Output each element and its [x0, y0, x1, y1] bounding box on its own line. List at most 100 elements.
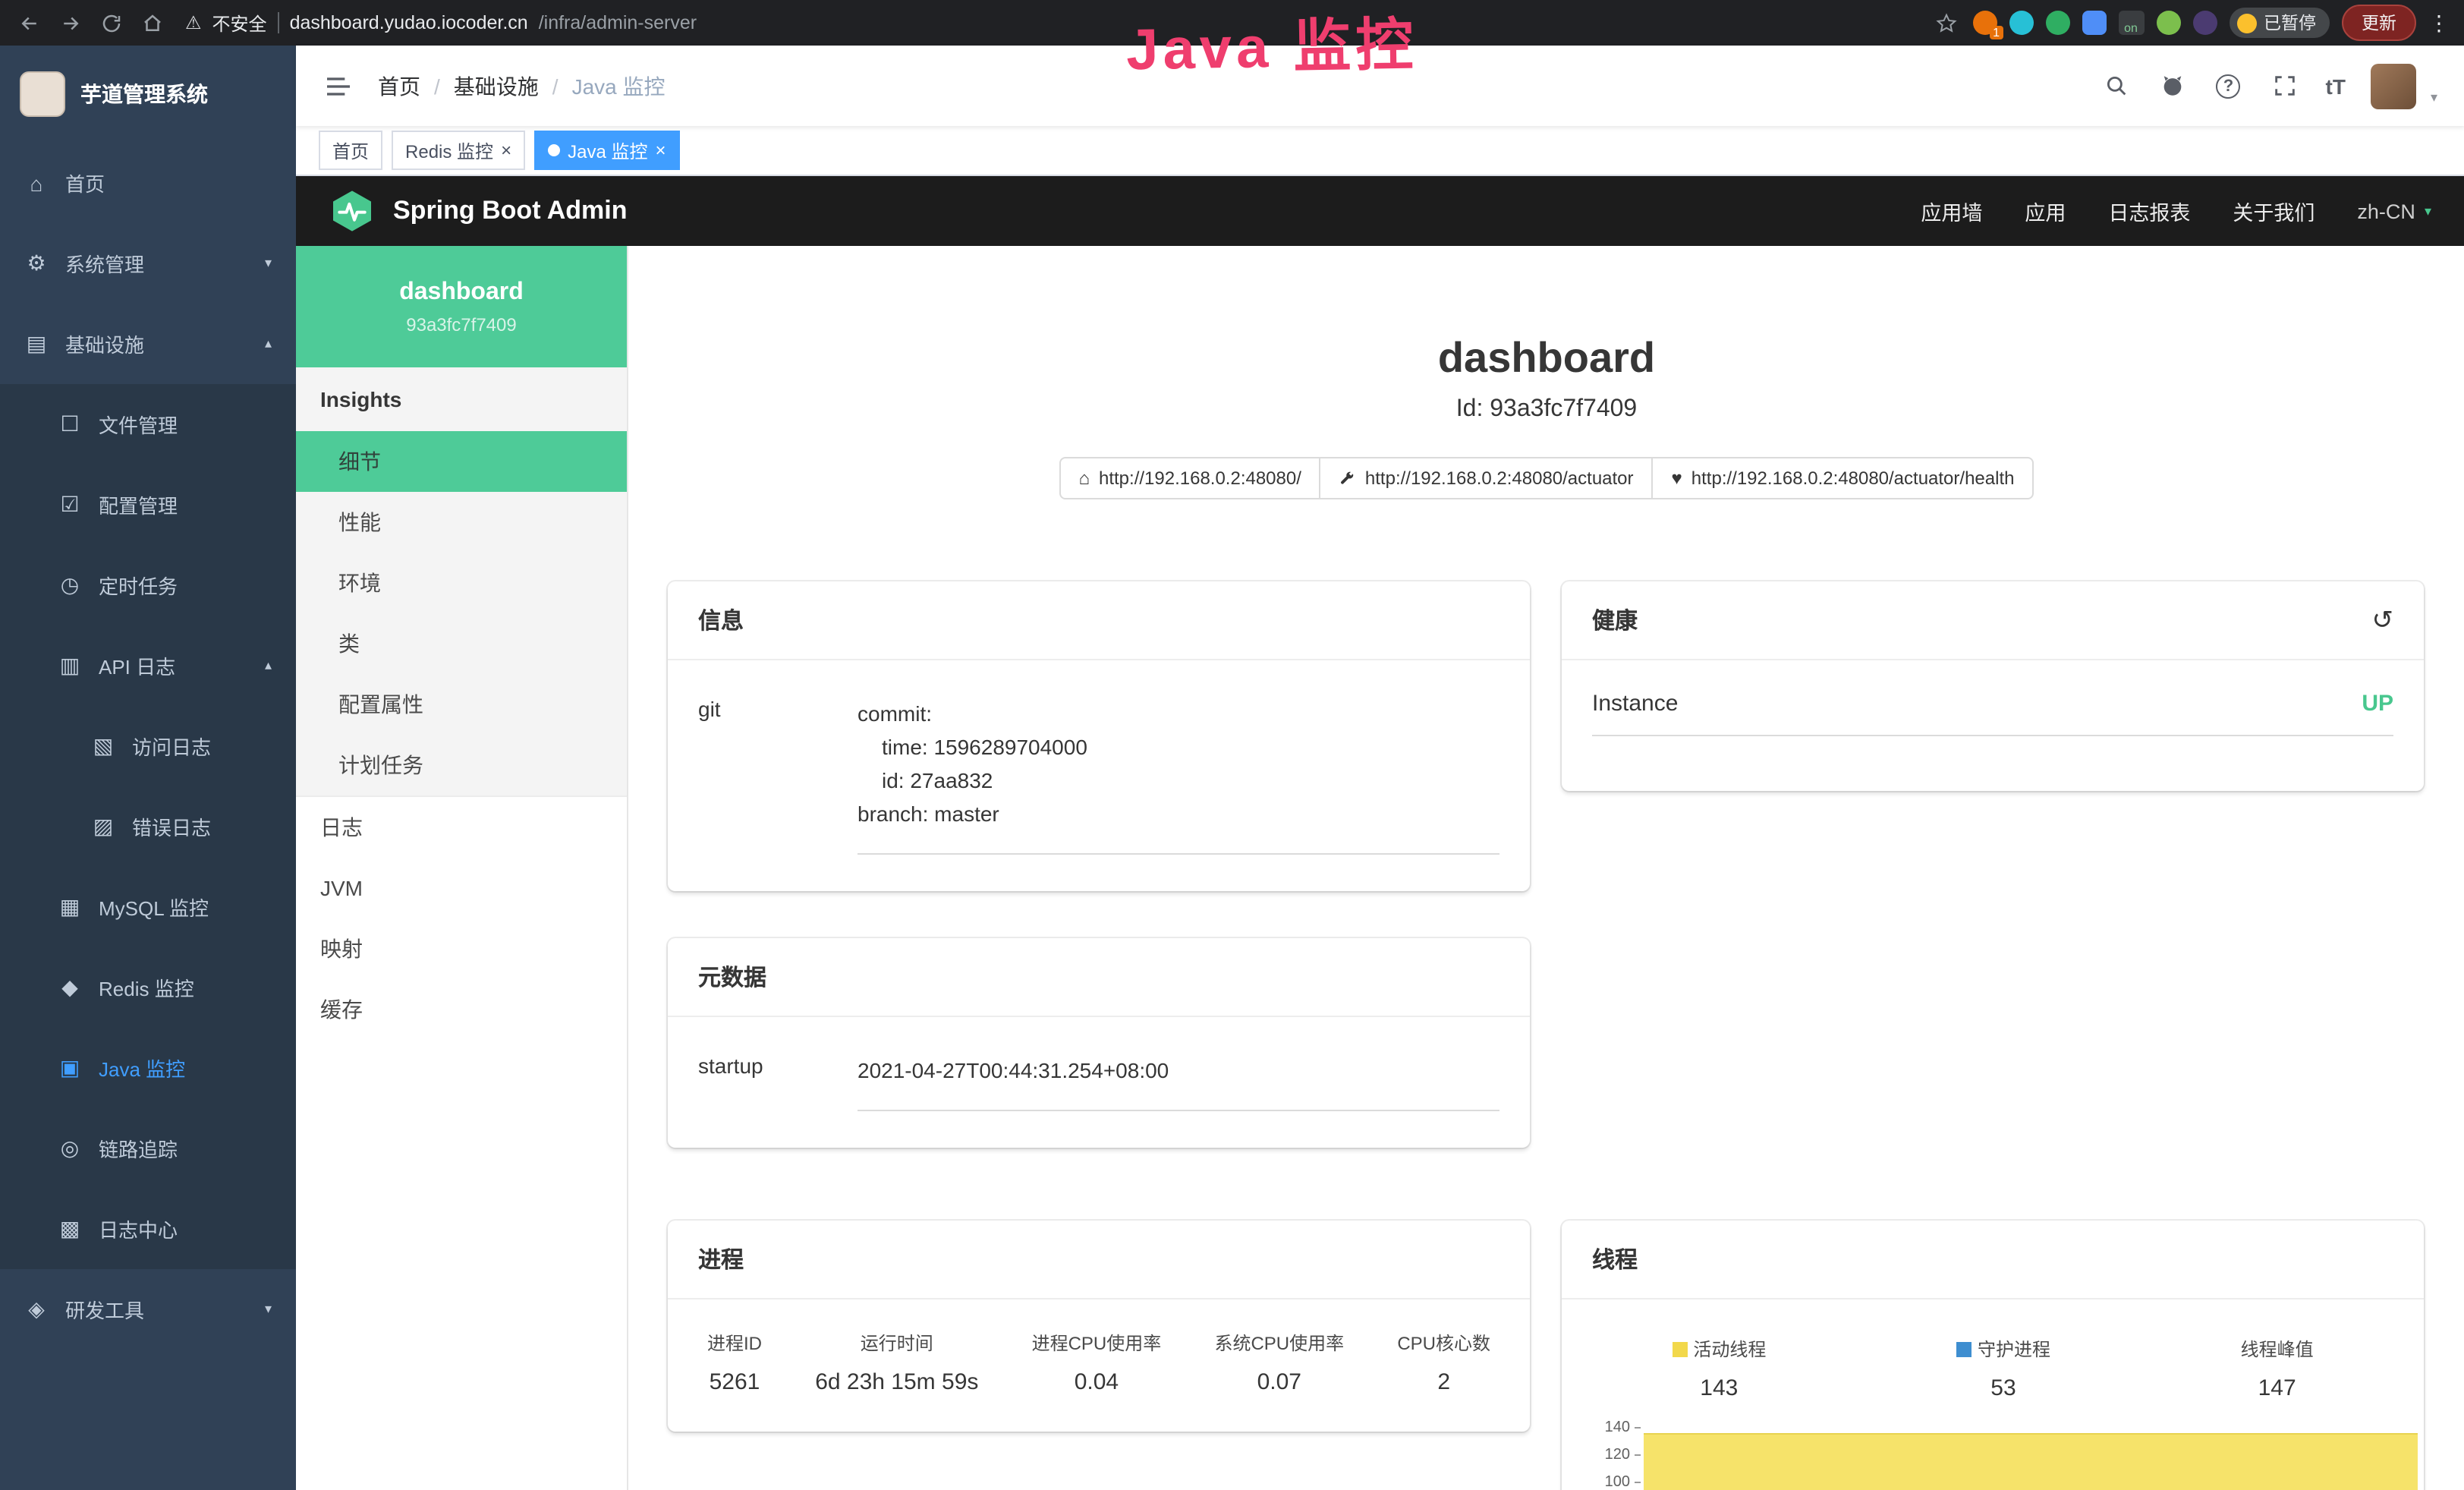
sidebar-item-log-center[interactable]: ▩ 日志中心 — [0, 1189, 296, 1269]
service-url-button[interactable]: ⌂ http://192.168.0.2:48080/ — [1059, 457, 1321, 499]
sidebar-item-home[interactable]: ⌂ 首页 — [0, 143, 296, 223]
cpu-cores: CPU核心数 2 — [1397, 1330, 1490, 1395]
search-icon[interactable] — [2101, 71, 2132, 101]
sba-item-metrics[interactable]: 性能 — [296, 492, 627, 553]
screen: Java 监控 ⚠ 不安全 dashboard.yudao.iocoder.cn… — [0, 0, 2464, 1490]
instance-id: Id: 93a3fc7f7409 — [628, 396, 2464, 424]
reload-icon[interactable] — [97, 9, 124, 36]
tab-label: Java 监控 — [568, 137, 647, 163]
extension-icon-on-badge[interactable]: on — [2118, 11, 2144, 35]
sba-nav: 应用墙 应用 日志报表 关于我们 zh-CN ▾ — [1921, 196, 2431, 226]
sidebar-item-api-log[interactable]: ▥ API 日志 ▴ — [0, 625, 296, 706]
threads-legend: 活动线程 143 守护进程 53 — [1562, 1299, 2424, 1401]
back-icon[interactable] — [15, 9, 42, 36]
forward-icon[interactable] — [56, 9, 83, 36]
security-label: 不安全 — [212, 10, 267, 36]
extension-icon-fox[interactable]: 1 — [1972, 11, 1997, 35]
app-logo-icon — [20, 71, 65, 117]
sidebar-item-files[interactable]: ☐ 文件管理 — [0, 384, 296, 465]
sidebar-item-label: 首页 — [65, 169, 105, 197]
sba-nav-applications[interactable]: 应用 — [2025, 196, 2066, 226]
file-icon: ☐ — [58, 411, 82, 437]
sba-item-environment[interactable]: 环境 — [296, 553, 627, 613]
extension-icon-purple[interactable] — [2192, 11, 2217, 35]
sidebar-item-redis[interactable]: ◆ Redis 监控 — [0, 947, 296, 1028]
help-icon[interactable]: ? — [2214, 71, 2244, 101]
git-branch: branch: master — [858, 797, 1499, 830]
sidebar-item-label: API 日志 — [99, 651, 175, 680]
health-url-button[interactable]: ♥ http://192.168.0.2:48080/actuator/heal… — [1652, 457, 2034, 499]
tab-redis-monitor[interactable]: Redis 监控 × — [392, 131, 525, 170]
extension-icon-grid[interactable] — [2082, 11, 2106, 35]
sba-item-logs[interactable]: 日志 — [296, 797, 627, 858]
breadcrumb-home[interactable]: 首页 — [378, 71, 420, 101]
sba-instance-header[interactable]: dashboard 93a3fc7f7409 — [296, 246, 627, 367]
home-icon[interactable] — [138, 9, 165, 36]
sidebar-item-error-log[interactable]: ▨ 错误日志 — [0, 786, 296, 867]
info-card-title: 信息 — [698, 604, 744, 636]
instance-title: dashboard — [628, 334, 2464, 383]
browser-menu-icon[interactable]: ⋮ — [2428, 10, 2450, 36]
log-center-icon: ▩ — [58, 1216, 82, 1242]
legend-swatch-live — [1672, 1341, 1687, 1356]
address-bar[interactable]: ⚠ 不安全 dashboard.yudao.iocoder.cn/infra/a… — [185, 10, 1919, 36]
threads-card: 线程 活动线程 143 — [1562, 1221, 2424, 1490]
sidebar-item-mysql[interactable]: ▦ MySQL 监控 — [0, 867, 296, 947]
extension-icon-drop[interactable] — [2009, 11, 2033, 35]
info-value: commit: time: 1596289704000 id: 27aa832 … — [858, 697, 1499, 855]
app-logo-row[interactable]: 芋道管理系统 — [0, 46, 296, 143]
sba-main: dashboard Id: 93a3fc7f7409 ⌂ http://192.… — [628, 246, 2464, 1490]
actuator-url-button[interactable]: http://192.168.0.2:48080/actuator — [1320, 457, 1654, 499]
sidebar-item-access-log[interactable]: ▧ 访问日志 — [0, 706, 296, 786]
sidebar-item-dev-tools[interactable]: ◈ 研发工具 ▾ — [0, 1269, 296, 1350]
paused-badge[interactable]: 已暂停 — [2229, 8, 2330, 38]
sba-app-id: 93a3fc7f7409 — [406, 313, 516, 335]
info-key: git — [698, 697, 858, 855]
sba-item-caches[interactable]: 缓存 — [296, 979, 627, 1040]
close-icon[interactable]: × — [501, 141, 511, 159]
sba-item-classes[interactable]: 类 — [296, 613, 627, 674]
sidebar-item-config[interactable]: ☑ 配置管理 — [0, 465, 296, 545]
user-avatar[interactable] — [2371, 63, 2417, 109]
sba-nav-journal[interactable]: 日志报表 — [2108, 196, 2190, 226]
redis-icon: ◆ — [58, 975, 82, 1000]
heart-icon: ♥ — [1672, 468, 1682, 489]
sba-item-jvm[interactable]: JVM — [296, 858, 627, 918]
sidebar-item-jobs[interactable]: ◷ 定时任务 — [0, 545, 296, 625]
tab-label: 首页 — [332, 137, 369, 163]
breadcrumb-infra[interactable]: 基础设施 — [454, 71, 539, 101]
sba-item-details[interactable]: 细节 — [296, 431, 627, 492]
gear-icon: ⚙ — [24, 250, 49, 276]
sidebar-item-java-monitor[interactable]: ▣ Java 监控 — [0, 1028, 296, 1108]
update-button[interactable]: 更新 — [2342, 5, 2416, 41]
home-icon: ⌂ — [1079, 468, 1090, 489]
hamburger-icon[interactable] — [323, 71, 354, 101]
access-log-icon: ▧ — [91, 733, 115, 759]
sba-item-mappings[interactable]: 映射 — [296, 918, 627, 979]
tab-java-monitor[interactable]: Java 监控 × — [534, 131, 679, 170]
close-icon[interactable]: × — [655, 141, 666, 159]
sidebar-item-label: 研发工具 — [65, 1295, 144, 1324]
extension-icon-green[interactable] — [2045, 11, 2069, 35]
sba-item-scheduled-tasks[interactable]: 计划任务 — [296, 735, 627, 795]
sidebar-item-label: Java 监控 — [99, 1054, 185, 1082]
font-size-icon[interactable]: tT — [2326, 74, 2346, 98]
bookmark-star-icon[interactable] — [1933, 9, 1960, 36]
fullscreen-icon[interactable] — [2270, 71, 2300, 101]
sidebar-item-label: 系统管理 — [65, 249, 144, 278]
annotation-java-monitor: Java 监控 — [1125, 0, 1418, 86]
sidebar-item-system[interactable]: ⚙ 系统管理 ▾ — [0, 223, 296, 304]
sidebar-item-infra[interactable]: ▤ 基础设施 ▴ — [0, 304, 296, 384]
sba-language-select[interactable]: zh-CN ▾ — [2357, 200, 2431, 222]
github-icon[interactable] — [2157, 71, 2188, 101]
actuator-url: http://192.168.0.2:48080/actuator — [1365, 468, 1634, 489]
sba-nav-about[interactable]: 关于我们 — [2233, 196, 2315, 226]
extension-icon-leaf[interactable] — [2156, 11, 2180, 35]
system-cpu: 系统CPU使用率 0.07 — [1214, 1330, 1344, 1395]
sidebar-item-tracing[interactable]: ◎ 链路追踪 — [0, 1108, 296, 1189]
sidebar-item-label: 错误日志 — [132, 812, 211, 841]
sba-nav-wallboard[interactable]: 应用墙 — [1921, 196, 1982, 226]
history-icon[interactable]: ↺ — [2372, 607, 2394, 633]
sba-item-config-props[interactable]: 配置属性 — [296, 674, 627, 735]
tab-home[interactable]: 首页 — [319, 131, 382, 170]
